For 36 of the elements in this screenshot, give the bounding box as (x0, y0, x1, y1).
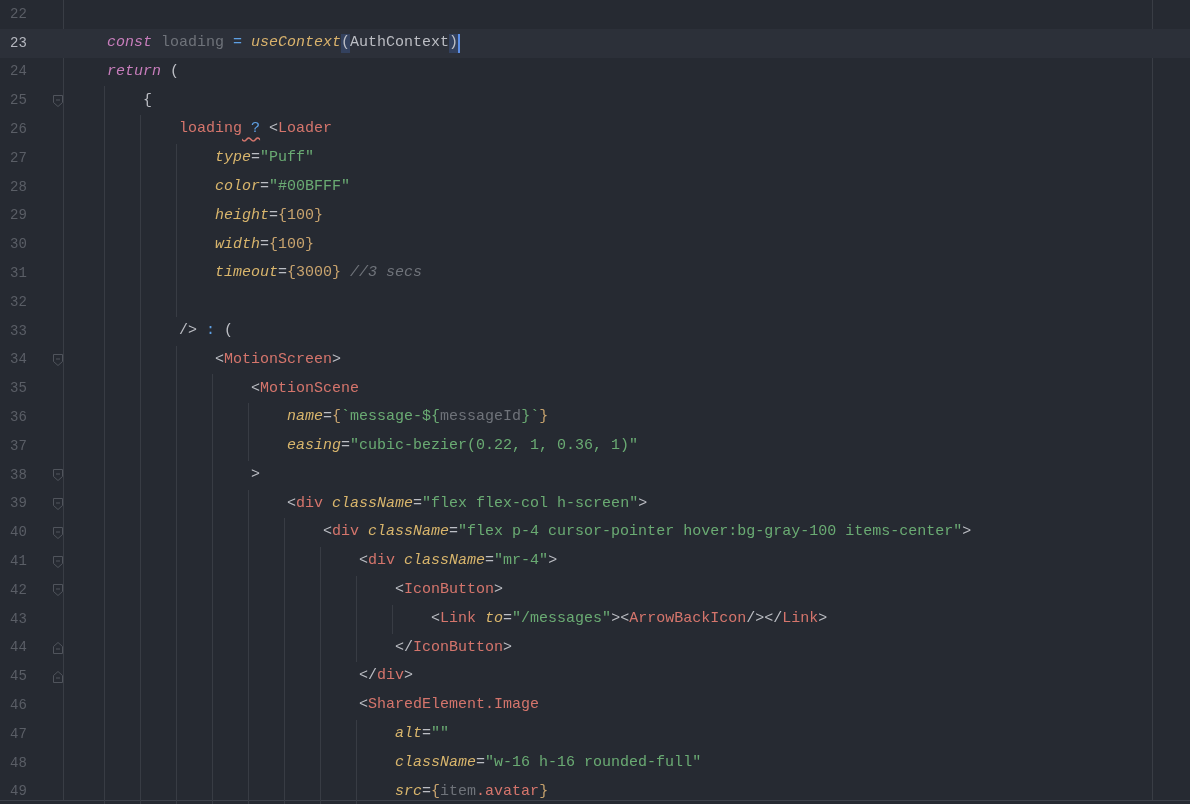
code-line: name={`message-${messageId}`} (286, 407, 549, 428)
fold-end-icon[interactable] (53, 641, 63, 654)
code-line: return ( (106, 61, 180, 82)
code-line: </IconButton> (394, 637, 513, 658)
code-line: <MotionScene (250, 378, 360, 399)
code-line: <IconButton> (394, 580, 504, 601)
code-line: className="w-16 h-16 rounded-full" (394, 752, 702, 773)
code-line: height={100} (214, 205, 324, 226)
fold-collapse-icon[interactable] (53, 526, 63, 539)
code-line: width={100} (214, 234, 315, 255)
fold-collapse-icon[interactable] (53, 497, 63, 510)
code-line: timeout={3000} //3 secs (214, 263, 423, 284)
fold-end-icon[interactable] (53, 670, 63, 683)
fold-collapse-icon[interactable] (53, 94, 63, 107)
code-line: loading ? <Loader (178, 119, 333, 140)
code-line: color="#00BFFF" (214, 176, 351, 197)
code-line: type="Puff" (214, 148, 315, 169)
code-line: <div className="flex p-4 cursor-pointer hover:bg-gray-100 items-center"> (322, 522, 972, 543)
code-line: <div className="flex flex-col h-screen"> (286, 493, 648, 514)
code-line: <MotionScreen> (214, 349, 342, 370)
code-line: <Link to="/messages"><ArrowBackIcon/></Link> (430, 608, 828, 629)
fold-collapse-icon[interactable] (53, 584, 63, 597)
line-number: 23 (9, 33, 28, 53)
code-line: src={item.avatar} (394, 781, 549, 802)
code-line: <SharedElement.Image (358, 695, 540, 716)
fold-collapse-icon[interactable] (53, 353, 63, 366)
code-line: > (250, 464, 261, 485)
code-line: const loading = useContext(AuthContext) (106, 32, 461, 55)
code-line: alt="" (394, 724, 450, 745)
code-line: </div> (358, 666, 414, 687)
fold-collapse-icon[interactable] (53, 555, 63, 568)
code-line: /> : ( (178, 320, 234, 341)
code-line: easing="cubic-bezier(0.22, 1, 0.36, 1)" (286, 436, 639, 457)
code-line: { (142, 90, 152, 111)
fold-collapse-icon[interactable] (53, 469, 63, 482)
code-line: <div className="mr-4"> (358, 551, 558, 572)
